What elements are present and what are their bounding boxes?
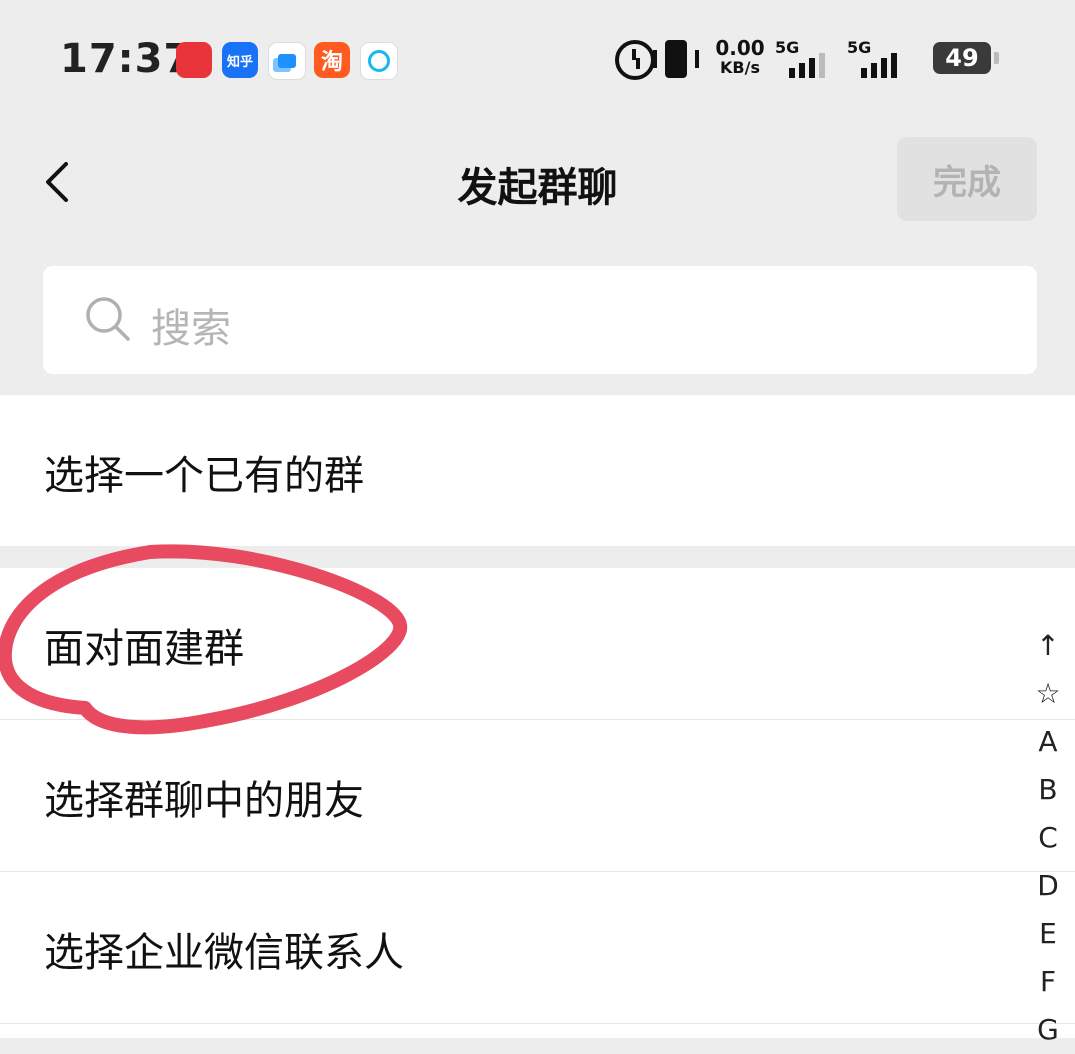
list-item-label: 选择企业微信联系人 [44,930,404,976]
index-item-up[interactable]: ↑ [1022,622,1074,670]
status-time: 17:37 [60,36,193,82]
done-button[interactable]: 完成 [897,137,1037,221]
list-item-label: 选择一个已有的群 [44,453,364,499]
index-item-d[interactable]: D [1022,862,1074,910]
taobao-app-icon: 淘 [314,42,350,78]
zhihu-app-icon: 知乎 [222,42,258,78]
face-to-face-group-item[interactable]: 面对面建群 [0,568,1075,720]
list-item-label: 面对面建群 [44,626,244,672]
index-item-a[interactable]: A [1022,718,1074,766]
list-item-label: 选择群聊中的朋友 [44,778,364,824]
network-speed: 0.00 KB/s [715,36,765,77]
search-icon [86,297,130,341]
search-placeholder: 搜索 [151,306,231,352]
app-notification-icon-red [176,42,212,78]
select-group-friends-item[interactable]: 选择群聊中的朋友 [0,720,1075,872]
vibrate-icon [653,40,687,78]
index-item-g[interactable]: G [1022,1006,1074,1054]
search-input[interactable]: 搜索 [43,266,1037,374]
index-item-star[interactable]: ☆ [1022,670,1074,718]
select-wecom-contacts-item[interactable]: 选择企业微信联系人 [0,872,1075,1024]
index-item-b[interactable]: B [1022,766,1074,814]
app-notification-icon-blue [268,42,306,80]
search-app-icon [360,42,398,80]
existing-group-section: 选择一个已有的群 [0,395,1075,546]
alphabet-index-bar[interactable]: ↑ ☆ A B C D E F G [1022,622,1074,1054]
signal-icon-2: 5G [847,38,903,80]
status-bar: 17:37 知乎 淘 0.00 KB/s 5G 5G 49 [0,0,1075,120]
options-section: 面对面建群 选择群聊中的朋友 选择企业微信联系人 [0,568,1075,1038]
battery-icon: 49 [933,42,999,74]
signal-icon-1: 5G [775,38,831,80]
index-item-f[interactable]: F [1022,958,1074,1006]
index-item-e[interactable]: E [1022,910,1074,958]
alarm-icon [615,40,655,80]
index-item-c[interactable]: C [1022,814,1074,862]
select-existing-group-item[interactable]: 选择一个已有的群 [0,395,1075,546]
